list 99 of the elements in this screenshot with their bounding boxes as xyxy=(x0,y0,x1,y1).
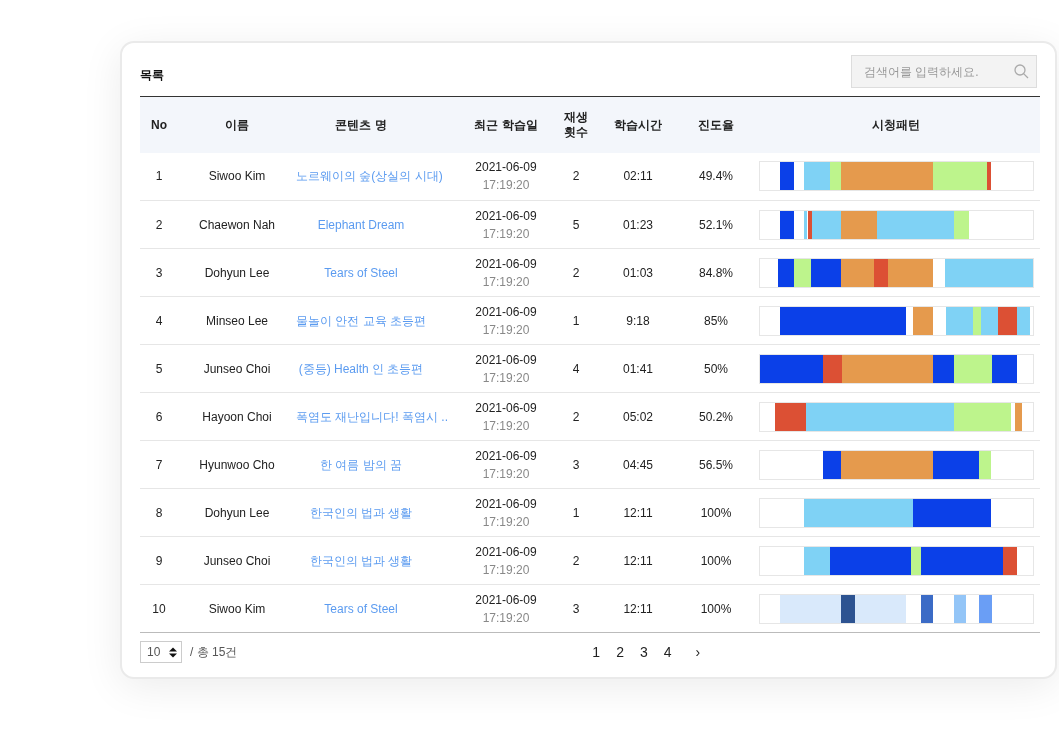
content-link[interactable]: (중등) Health 인 초등편 xyxy=(298,361,424,376)
date-text: 2021-06-09 xyxy=(474,591,538,609)
progress-rate: 100% xyxy=(700,601,732,616)
play-count: 2 xyxy=(572,265,580,280)
time-text: 17:19:20 xyxy=(481,273,531,291)
date-text: 2021-06-09 xyxy=(474,495,538,513)
column-header: 콘텐츠 명 xyxy=(335,117,387,132)
content-link[interactable]: Tears of Steel xyxy=(324,265,398,280)
row-number: 4 xyxy=(155,313,163,328)
student-name: Hyunwoo Cho xyxy=(199,457,275,472)
row-number: 9 xyxy=(155,553,163,568)
spinner-icon xyxy=(169,646,177,658)
date-text: 2021-06-09 xyxy=(474,399,538,417)
column-header: 시청패턴 xyxy=(872,117,920,132)
play-count: 2 xyxy=(572,409,580,424)
content-link[interactable]: Tears of Steel xyxy=(324,601,398,616)
column-header: 진도율 xyxy=(698,117,734,132)
student-name: Hayoon Choi xyxy=(202,409,272,424)
student-name: Siwoo Kim xyxy=(208,169,266,184)
row-number: 10 xyxy=(152,601,166,616)
progress-rate: 84.8% xyxy=(699,265,733,280)
column-header: 재생 횟수 xyxy=(564,110,588,139)
time-text: 17:19:20 xyxy=(481,465,531,483)
play-count: 2 xyxy=(572,553,580,568)
column-header: No xyxy=(151,117,167,132)
time-text: 17:19:20 xyxy=(481,513,531,531)
content-link[interactable]: 한국인의 법과 생활 xyxy=(309,505,413,520)
study-time: 12:11 xyxy=(623,505,653,520)
student-name: Dohyun Lee xyxy=(204,265,270,280)
total-count: / 총 15건 xyxy=(190,644,238,661)
list-title: 목록 xyxy=(140,67,164,84)
time-text: 17:19:20 xyxy=(481,321,531,339)
date-text: 2021-06-09 xyxy=(474,159,538,177)
play-count: 3 xyxy=(572,601,580,616)
play-count: 4 xyxy=(572,361,580,376)
study-time: 01:41 xyxy=(623,361,653,376)
progress-rate: 49.4% xyxy=(699,169,733,184)
content-link[interactable]: Elephant Dream xyxy=(317,217,405,232)
student-name: Junseo Choi xyxy=(203,361,271,376)
study-time: 12:11 xyxy=(623,601,653,616)
progress-rate: 50% xyxy=(704,361,728,376)
page-link[interactable]: 1 xyxy=(592,641,601,663)
column-header: 학습시간 xyxy=(614,117,662,132)
date-text: 2021-06-09 xyxy=(474,543,538,561)
student-name: Siwoo Kim xyxy=(208,601,266,616)
page-link[interactable]: 4 xyxy=(663,641,672,663)
row-number: 8 xyxy=(155,505,163,520)
study-time: 9:18 xyxy=(626,313,650,328)
content-link[interactable]: 물놀이 안전 교육 초등편 xyxy=(296,313,426,328)
date-text: 2021-06-09 xyxy=(474,207,538,225)
progress-rate: 50.2% xyxy=(699,409,733,424)
row-number: 2 xyxy=(155,217,163,232)
next-page-link[interactable]: › xyxy=(695,641,701,663)
date-text: 2021-06-09 xyxy=(474,351,538,369)
student-name: Dohyun Lee xyxy=(204,505,270,520)
study-time: 02:11 xyxy=(623,169,653,184)
time-text: 17:19:20 xyxy=(481,609,531,627)
study-time: 04:45 xyxy=(623,457,653,472)
play-count: 5 xyxy=(572,217,580,232)
study-time: 01:03 xyxy=(623,265,653,280)
date-text: 2021-06-09 xyxy=(474,255,538,273)
row-number: 5 xyxy=(155,361,163,376)
study-time: 01:23 xyxy=(623,217,653,232)
search-icon xyxy=(1014,64,1029,79)
column-header: 최근 학습일 xyxy=(474,117,538,132)
progress-rate: 100% xyxy=(700,505,732,520)
content-link[interactable]: 한국인의 법과 생활 xyxy=(309,553,413,568)
time-text: 17:19:20 xyxy=(481,225,531,243)
content-link[interactable]: 노르웨이의 숲(상실의 시대) xyxy=(296,169,443,184)
progress-rate: 85% xyxy=(704,313,728,328)
time-text: 17:19:20 xyxy=(481,561,531,579)
row-number: 6 xyxy=(155,409,163,424)
row-number: 1 xyxy=(155,169,163,184)
content-link[interactable]: 폭염도 재난입니다! 폭염시 .. xyxy=(296,409,448,424)
column-header: 이름 xyxy=(225,117,249,132)
content-link[interactable]: 한 여름 밤의 꿈 xyxy=(320,457,402,472)
student-name: Junseo Choi xyxy=(203,553,271,568)
search-field[interactable]: 검색어를 입력하세요. xyxy=(851,55,1037,88)
date-text: 2021-06-09 xyxy=(474,447,538,465)
time-text: 17:19:20 xyxy=(481,369,531,387)
student-name: Chaewon Nah xyxy=(198,217,276,232)
row-number: 7 xyxy=(155,457,163,472)
play-count: 2 xyxy=(572,169,580,184)
study-time: 05:02 xyxy=(623,409,653,424)
play-count: 3 xyxy=(572,457,580,472)
progress-rate: 52.1% xyxy=(699,217,733,232)
page-link[interactable]: 3 xyxy=(639,641,648,663)
time-text: 17:19:20 xyxy=(481,177,531,195)
row-number: 3 xyxy=(155,265,163,280)
progress-rate: 100% xyxy=(700,553,732,568)
progress-rate: 56.5% xyxy=(699,457,733,472)
study-time: 12:11 xyxy=(623,553,653,568)
time-text: 17:19:20 xyxy=(481,417,531,435)
page-size-select[interactable]: 10 xyxy=(140,641,182,663)
play-count: 1 xyxy=(572,505,580,520)
date-text: 2021-06-09 xyxy=(474,303,538,321)
play-count: 1 xyxy=(572,313,580,328)
page-link[interactable]: 2 xyxy=(616,641,624,663)
student-name: Minseo Lee xyxy=(205,313,268,328)
